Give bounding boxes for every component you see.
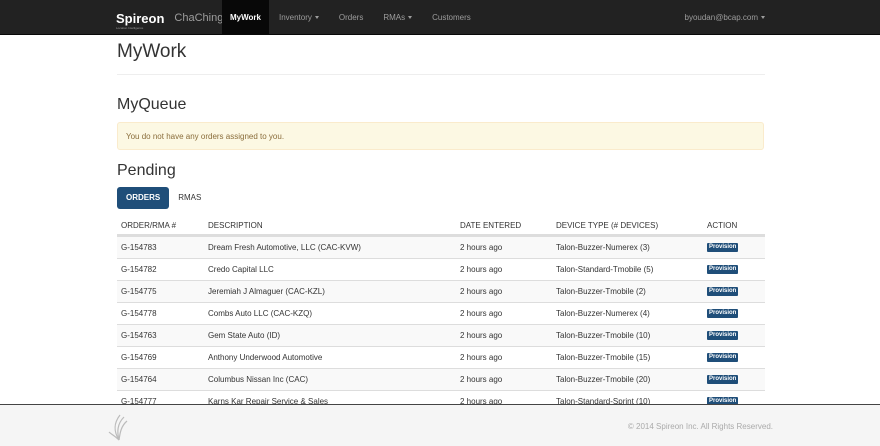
- provision-button[interactable]: Provision: [707, 331, 739, 341]
- footer: © 2014 Spireon Inc. All Rights Reserved.: [0, 404, 880, 446]
- provision-button[interactable]: Provision: [707, 265, 739, 275]
- description-cell: Anthony Underwood Automotive: [208, 353, 323, 362]
- description-cell: Dream Fresh Automotive, LLC (CAC-KVW): [208, 243, 361, 252]
- table-row: G-154782 Credo Capital LLC 2 hours ago Talo…: [117, 258, 765, 280]
- pending-heading: Pending: [117, 162, 176, 179]
- action-cell: Provision: [703, 259, 765, 280]
- device-type-cell: Talon-Buzzer-Tmobile (2): [556, 287, 646, 296]
- brand-name: Spireon: [116, 10, 165, 26]
- description-cell: Combs Auto LLC (CAC-KZQ): [208, 309, 313, 318]
- date-entered-cell: 2 hours ago: [460, 353, 503, 362]
- nav-label: Orders: [338, 13, 364, 22]
- device-type-cell: Talon-Buzzer-Tmobile (20): [556, 375, 651, 384]
- provision-button[interactable]: Provision: [707, 287, 739, 297]
- caret-down-icon: [761, 16, 765, 20]
- nav-item-inventory[interactable]: Inventory: [269, 0, 329, 35]
- action-cell: Provision: [703, 325, 765, 346]
- column-header: DESCRIPTION: [208, 221, 263, 230]
- table-row: G-154763 Gem State Auto (ID) 2 hours ago Ta…: [117, 324, 765, 346]
- date-entered-cell: 2 hours ago: [460, 309, 503, 318]
- order-id-cell: G-154778: [121, 309, 157, 318]
- column-header: ACTION: [707, 221, 738, 230]
- caret-down-icon: [408, 16, 413, 20]
- column-header: DEVICE TYPE (# DEVICES): [556, 221, 659, 230]
- table-row: G-154769 Anthony Underwood Automotive 2 ho…: [117, 346, 765, 368]
- nav-item-orders[interactable]: Orders: [329, 0, 373, 35]
- user-email: byoudan@bcap.com: [684, 13, 759, 22]
- page-title: MyWork: [117, 41, 187, 62]
- action-cell: Provision: [703, 369, 765, 390]
- order-id-cell: G-154783: [121, 243, 157, 252]
- action-cell: Provision: [703, 237, 765, 258]
- table-body: G-154783 Dream Fresh Automotive, LLC (CAC…: [117, 236, 765, 412]
- device-type-cell: Talon-Standard-Tmobile (5): [556, 265, 654, 274]
- table-row: G-154764 Columbus Nissan Inc (CAC) 2 hours…: [117, 368, 765, 390]
- nav-label: Inventory: [278, 13, 312, 22]
- order-id-cell: G-154769: [121, 353, 157, 362]
- order-id-cell: G-154764: [121, 375, 157, 384]
- tab-orders[interactable]: ORDERS: [117, 187, 170, 209]
- queue-alert: You do not have any orders assigned to y…: [117, 122, 764, 150]
- order-id-cell: G-154782: [121, 265, 157, 274]
- order-id-cell: G-154763: [121, 331, 157, 340]
- main-nav: MyWork Inventory Orders RMAs Customers: [222, 0, 481, 35]
- order-id-cell: G-154775: [121, 287, 157, 296]
- nav-item-mywork[interactable]: MyWork: [222, 0, 269, 35]
- copyright-text: © 2014 Spireon Inc. All Rights Reserved.: [627, 422, 773, 431]
- nav-label: RMAs: [383, 13, 406, 22]
- app-name[interactable]: ChaChing: [174, 12, 223, 24]
- column-header: ORDER/RMA #: [121, 221, 177, 230]
- brand-tagline: Location Intelligence: [116, 25, 144, 30]
- provision-button[interactable]: Provision: [707, 243, 739, 253]
- device-type-cell: Talon-Buzzer-Numerex (3): [556, 243, 650, 252]
- table-row: G-154775 Jeremiah J Almaguer (CAC-KZL) 2 h…: [117, 280, 765, 302]
- brand[interactable]: Spireon Location Intelligence ChaChing: [116, 3, 223, 33]
- device-type-cell: Talon-Buzzer-Numerex (4): [556, 309, 650, 318]
- nav-label: Customers: [432, 13, 471, 22]
- nav-item-customers[interactable]: Customers: [422, 0, 481, 35]
- user-menu[interactable]: byoudan@bcap.com: [684, 0, 765, 35]
- description-cell: Credo Capital LLC: [208, 265, 274, 274]
- page-header: MyWork: [117, 41, 765, 75]
- device-type-cell: Talon-Buzzer-Tmobile (10): [556, 331, 651, 340]
- provision-button[interactable]: Provision: [707, 375, 739, 385]
- date-entered-cell: 2 hours ago: [460, 331, 503, 340]
- action-cell: Provision: [703, 303, 765, 324]
- action-cell: Provision: [703, 281, 765, 302]
- description-cell: Jeremiah J Almaguer (CAC-KZL): [208, 287, 325, 296]
- description-cell: Gem State Auto (ID): [208, 331, 281, 340]
- table-row: G-154778 Combs Auto LLC (CAC-KZQ) 2 hours …: [117, 302, 765, 324]
- column-header: DATE ENTERED: [460, 221, 522, 230]
- date-entered-cell: 2 hours ago: [460, 375, 503, 384]
- date-entered-cell: 2 hours ago: [460, 265, 503, 274]
- pending-orders-table: ORDER/RMA # DESCRIPTION DATE ENTERED DEV…: [117, 215, 765, 412]
- provision-button[interactable]: Provision: [707, 309, 739, 319]
- spireon-swoosh-icon: [108, 414, 128, 441]
- device-type-cell: Talon-Buzzer-Tmobile (15): [556, 353, 651, 362]
- caret-down-icon: [314, 16, 319, 20]
- spireon-logo: Spireon Location Intelligence: [116, 10, 165, 30]
- date-entered-cell: 2 hours ago: [460, 287, 503, 296]
- table-row: G-154783 Dream Fresh Automotive, LLC (CAC…: [117, 236, 765, 258]
- pending-tabs: ORDERS RMAS: [117, 187, 210, 209]
- nav-item-rmas[interactable]: RMAs: [373, 0, 422, 35]
- top-navbar: Spireon Location Intelligence ChaChing M…: [0, 0, 880, 35]
- action-cell: Provision: [703, 347, 765, 368]
- provision-button[interactable]: Provision: [707, 353, 739, 363]
- tab-rmas[interactable]: RMAS: [169, 187, 210, 209]
- table-header: ORDER/RMA # DESCRIPTION DATE ENTERED DEV…: [117, 215, 765, 236]
- myqueue-heading: MyQueue: [117, 96, 187, 113]
- date-entered-cell: 2 hours ago: [460, 243, 503, 252]
- nav-label: MyWork: [230, 13, 261, 22]
- description-cell: Columbus Nissan Inc (CAC): [208, 375, 309, 384]
